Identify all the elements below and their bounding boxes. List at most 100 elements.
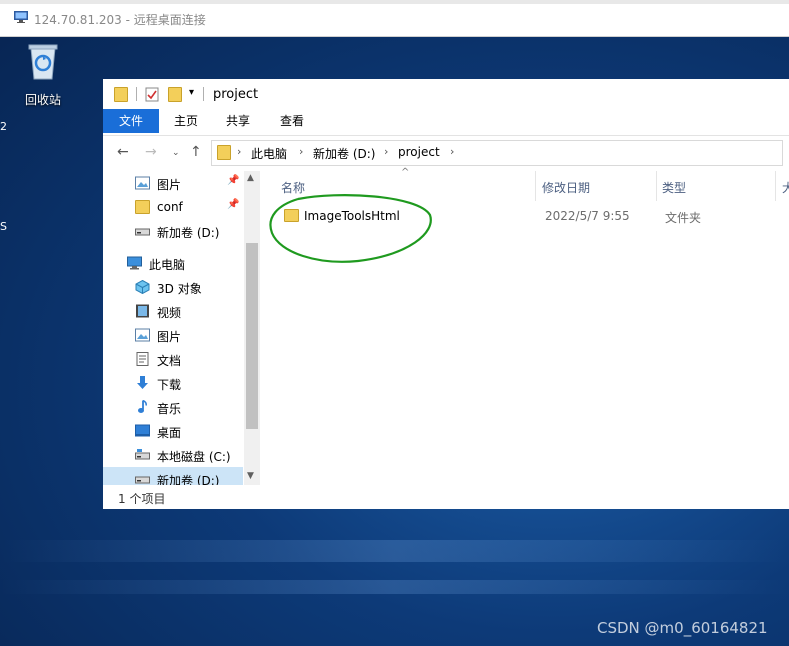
column-type[interactable]: 类型 (662, 179, 686, 196)
tab-view[interactable]: 查看 (271, 109, 313, 133)
column-date-modified[interactable]: 修改日期 (542, 179, 590, 196)
breadcrumb-drive-d[interactable]: 新加卷 (D:) (313, 145, 375, 162)
item-count: 1 个项目 (118, 492, 166, 506)
wallpaper-streak (0, 580, 789, 594)
rdp-window-title: 124.70.81.203 - 远程桌面连接 (34, 13, 206, 27)
recycle-bin-shortcut[interactable]: 回收站 (18, 42, 68, 108)
sort-ascending-icon: ^ (401, 167, 410, 178)
nav-item-label: 音乐 (157, 402, 182, 416)
wallpaper-streak (0, 540, 789, 562)
window-title: project (213, 87, 259, 102)
properties-icon[interactable] (145, 87, 159, 102)
nav-item-label: 此电脑 (149, 258, 186, 272)
3d-objects-icon (135, 280, 150, 294)
pin-icon[interactable]: 📌 (227, 199, 239, 210)
folder-icon (135, 200, 150, 214)
tab-file[interactable]: 文件 (103, 109, 159, 133)
drive-icon (135, 228, 150, 236)
breadcrumb-separator-icon[interactable]: › (299, 145, 303, 158)
status-bar: 1 个项目 (103, 487, 789, 509)
toolbar-separator (203, 87, 204, 101)
up-arrow-icon[interactable]: ↑ (190, 144, 202, 160)
nav-item-label: 新加卷 (D:) (157, 474, 220, 485)
breadcrumb-separator-icon[interactable]: › (237, 145, 241, 158)
pictures-icon (135, 328, 150, 342)
column-name[interactable]: 名称 (281, 179, 305, 196)
folder-icon (114, 87, 128, 102)
nav-item-label: 文档 (157, 354, 182, 368)
nav-item-3d-objects[interactable]: 3D 对象 (103, 275, 243, 299)
file-list: ^ 名称 修改日期 类型 大 ImageToolsHtml 2022/5/7 9… (262, 167, 789, 485)
breadcrumb-separator-icon[interactable]: › (384, 145, 388, 158)
nav-item-drive-c[interactable]: 本地磁盘 (C:) (103, 443, 243, 467)
forward-arrow-icon[interactable]: → (145, 144, 157, 160)
file-explorer-window: ▾ project 文件 主页 共享 查看 ← → ⌄ ↑ › 此电脑 › 新加… (103, 79, 789, 509)
pin-icon[interactable]: 📌 (227, 175, 239, 186)
new-folder-icon[interactable] (168, 87, 182, 102)
nav-item-pictures-quick[interactable]: 图片 📌 (103, 171, 243, 195)
recent-locations-chevron-icon[interactable]: ⌄ (172, 148, 180, 158)
file-row[interactable]: ImageToolsHtml 2022/5/7 9:55 文件夹 (278, 205, 789, 227)
ribbon-tabs: 文件 主页 共享 查看 (103, 109, 789, 136)
nav-item-drive-d-quick[interactable]: 新加卷 (D:) (103, 219, 243, 243)
tab-home[interactable]: 主页 (165, 109, 207, 133)
rdp-title-bar: 124.70.81.203 - 远程桌面连接 (0, 0, 789, 37)
nav-item-this-pc[interactable]: 此电脑 (103, 251, 243, 275)
file-modified: 2022/5/7 9:55 (545, 209, 630, 223)
address-bar[interactable]: › 此电脑 › 新加卷 (D:) › project › (211, 140, 783, 166)
nav-item-music[interactable]: 音乐 (103, 395, 243, 419)
nav-item-documents[interactable]: 文档 (103, 347, 243, 371)
this-pc-icon (127, 256, 142, 270)
tab-share[interactable]: 共享 (217, 109, 259, 133)
nav-item-label: 下载 (157, 378, 182, 392)
breadcrumb-project[interactable]: project (398, 145, 440, 159)
nav-item-label: 视频 (157, 306, 182, 320)
scrollbar-thumb[interactable] (246, 243, 258, 429)
rdp-top-strip (0, 0, 789, 4)
nav-item-label: 本地磁盘 (C:) (157, 450, 231, 464)
nav-item-label: conf (157, 200, 183, 214)
column-divider[interactable] (535, 171, 536, 201)
navigation-bar: ← → ⌄ ↑ › 此电脑 › 新加卷 (D:) › project › (103, 136, 789, 170)
column-size[interactable]: 大 (782, 179, 789, 196)
breadcrumb-this-pc[interactable]: 此电脑 (251, 145, 287, 162)
nav-item-pictures[interactable]: 图片 (103, 323, 243, 347)
nav-item-label: 3D 对象 (157, 282, 202, 296)
folder-icon (284, 209, 299, 222)
nav-item-label: 图片 (157, 330, 182, 344)
desktop-edge-mark: S (0, 220, 7, 233)
remote-desktop-icon (14, 11, 28, 23)
breadcrumb-separator-icon[interactable]: › (450, 145, 454, 158)
csdn-watermark: CSDN @m0_60164821 (597, 619, 768, 637)
file-name: ImageToolsHtml (304, 209, 400, 223)
nav-item-label: 新加卷 (D:) (157, 226, 220, 240)
recycle-bin-label: 回收站 (24, 93, 61, 107)
column-divider[interactable] (656, 171, 657, 201)
music-icon (138, 400, 147, 413)
nav-pane-scrollbar[interactable]: ▲ ▼ (244, 171, 260, 485)
nav-item-videos[interactable]: 视频 (103, 299, 243, 323)
nav-item-label: 图片 (157, 178, 182, 192)
customize-toolbar-dropdown-icon[interactable]: ▾ (189, 87, 194, 98)
folder-icon (217, 145, 231, 160)
scroll-up-icon[interactable]: ▲ (247, 173, 254, 183)
quick-access-toolbar: ▾ project (103, 79, 789, 109)
nav-item-drive-d[interactable]: 新加卷 (D:) (103, 467, 243, 485)
navigation-pane: 图片 📌 conf 📌 新加卷 (D:) 此电脑 3D 对象 视频 图片 文档 … (103, 171, 260, 485)
drive-icon (135, 476, 150, 484)
back-arrow-icon[interactable]: ← (117, 144, 129, 160)
documents-icon (136, 352, 149, 366)
videos-icon (136, 304, 149, 318)
desktop-icon (135, 424, 150, 437)
drive-icon (135, 449, 150, 460)
nav-item-downloads[interactable]: 下载 (103, 371, 243, 395)
column-divider[interactable] (775, 171, 776, 201)
toolbar-separator (136, 87, 137, 101)
recycle-bin-icon (28, 44, 58, 80)
scroll-down-icon[interactable]: ▼ (247, 471, 254, 481)
desktop-edge-mark: 2 (0, 120, 7, 133)
column-headers: ^ 名称 修改日期 类型 大 (262, 167, 789, 201)
file-type: 文件夹 (665, 211, 702, 225)
nav-item-conf[interactable]: conf 📌 (103, 195, 243, 219)
nav-item-desktop[interactable]: 桌面 (103, 419, 243, 443)
